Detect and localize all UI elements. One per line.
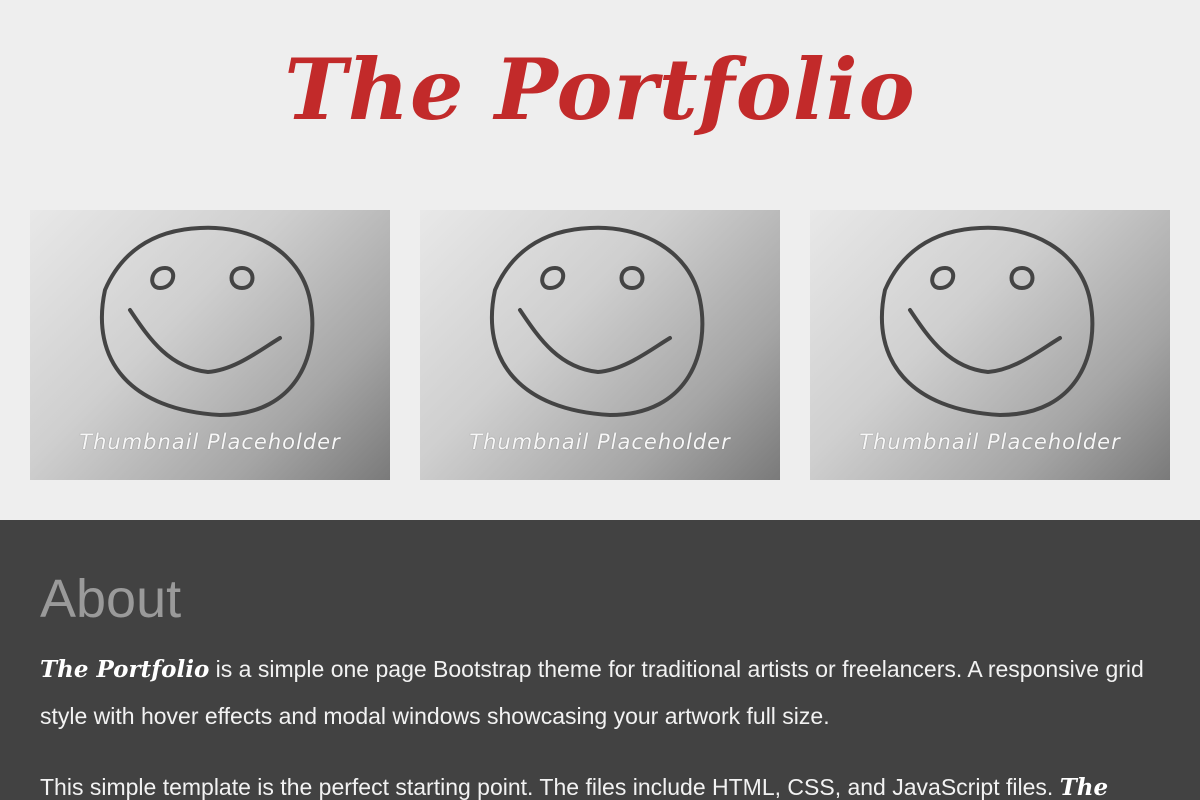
- portfolio-thumbnail[interactable]: Thumbnail Placeholder: [420, 210, 780, 480]
- thumbnail-caption: Thumbnail Placeholder: [469, 430, 731, 454]
- header-section: The Portfolio Thumbnail Placeholder Thum…: [0, 0, 1200, 520]
- about-paragraph-1: The Portfolio is a simple one page Boots…: [40, 646, 1165, 739]
- about-paragraph-2-text: This simple template is the perfect star…: [40, 774, 1060, 800]
- about-heading: About: [40, 569, 182, 629]
- site-title: The Portfolio: [284, 40, 916, 139]
- portfolio-thumbnail[interactable]: Thumbnail Placeholder: [810, 210, 1170, 480]
- brand-name-inline: The: [1059, 774, 1109, 800]
- about-section: About The Portfolio is a simple one page…: [0, 520, 1200, 800]
- thumbnail-caption: Thumbnail Placeholder: [79, 430, 341, 454]
- thumbnail-caption: Thumbnail Placeholder: [859, 430, 1121, 454]
- brand-name-inline: The Portfolio: [40, 656, 210, 683]
- about-paragraph-2: This simple template is the perfect star…: [40, 764, 1165, 800]
- portfolio-thumbnail[interactable]: Thumbnail Placeholder: [30, 210, 390, 480]
- thumbnail-grid: Thumbnail Placeholder Thumbnail Placehol…: [30, 210, 1170, 480]
